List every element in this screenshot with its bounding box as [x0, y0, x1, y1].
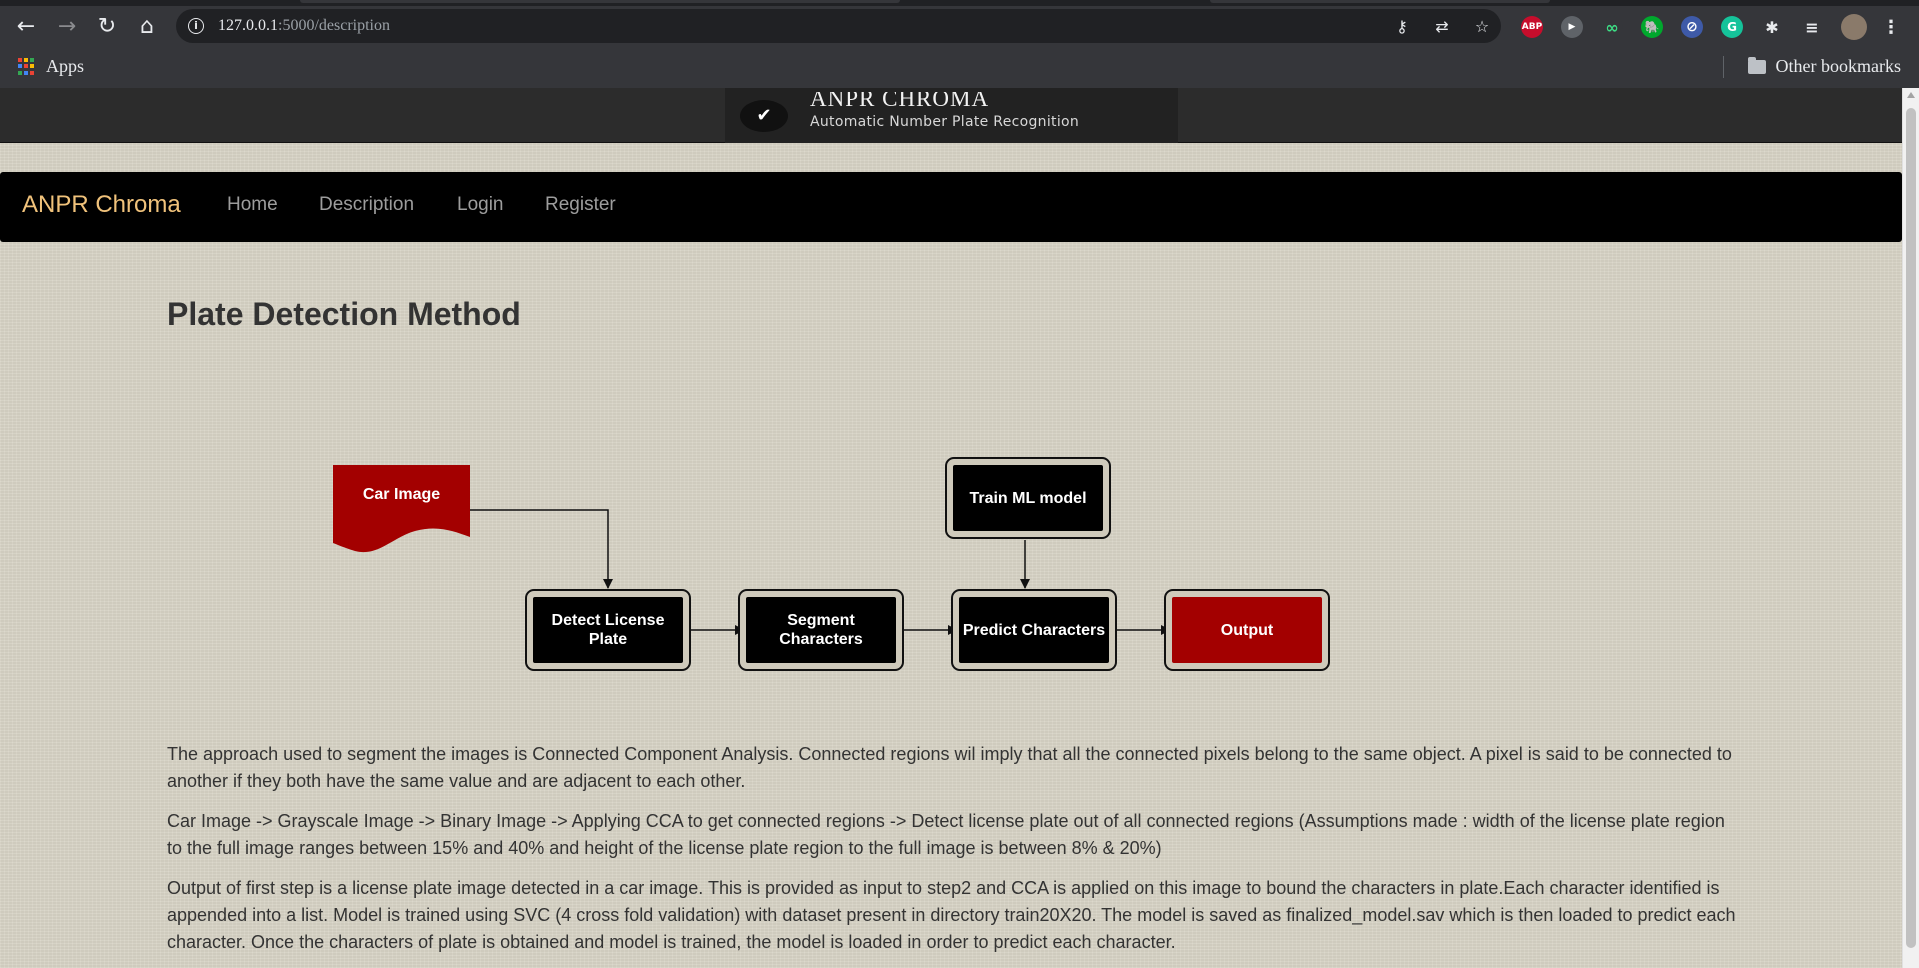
- node-predict-characters-label: Predict Characters: [959, 597, 1109, 663]
- grammarly-icon[interactable]: G: [1721, 16, 1743, 38]
- checkmark-logo-icon: ✔: [740, 99, 788, 132]
- node-predict-characters[interactable]: Predict Characters: [951, 589, 1117, 671]
- nav-link-login[interactable]: Login: [457, 194, 504, 216]
- extensions-puzzle-icon[interactable]: ✱: [1761, 16, 1783, 38]
- evernote-icon[interactable]: 🐘: [1641, 16, 1663, 38]
- node-train-ml-model[interactable]: Train ML model: [945, 457, 1111, 539]
- folder-icon: [1747, 56, 1766, 74]
- browser-chrome: ← → ↻ ⌂ i 127.0.0.1:5000/description ⚷ ⇄…: [0, 0, 1919, 88]
- node-detect-license-plate[interactable]: Detect License Plate: [525, 589, 691, 671]
- navbar-brand[interactable]: ANPR Chroma: [22, 191, 181, 219]
- glasses-extension-icon[interactable]: ∞: [1601, 16, 1623, 38]
- brand-banner[interactable]: ✔ ANPR CHROMA Automatic Number Plate Rec…: [725, 88, 1178, 143]
- profile-avatar[interactable]: [1841, 14, 1867, 40]
- nav-link-register[interactable]: Register: [545, 194, 616, 216]
- apps-label: Apps: [46, 56, 85, 76]
- translate-icon[interactable]: ⇄: [1432, 17, 1452, 37]
- scroll-up-icon[interactable]: [1907, 92, 1915, 98]
- forward-icon[interactable]: →: [51, 10, 83, 42]
- back-icon[interactable]: ←: [10, 10, 42, 42]
- apps-grid-icon: [18, 57, 36, 76]
- node-car-image[interactable]: Car Image: [333, 486, 470, 504]
- tab-edge[interactable]: [1210, 0, 1550, 3]
- connector-car-to-detect: [470, 509, 613, 589]
- node-segment-characters-label: Segment Characters: [746, 597, 896, 663]
- site-info-icon[interactable]: i: [188, 18, 204, 34]
- paragraph-pipeline: Car Image -> Grayscale Image -> Binary I…: [167, 811, 1725, 858]
- apps-shortcut[interactable]: Apps: [18, 56, 84, 77]
- node-segment-characters[interactable]: Segment Characters: [738, 589, 904, 671]
- nav-link-home[interactable]: Home: [227, 194, 278, 216]
- paragraph-cca-approach: The approach used to segment the images …: [167, 744, 1732, 791]
- node-output-label: Output: [1172, 597, 1322, 663]
- description-text: The approach used to segment the images …: [167, 741, 1737, 968]
- browser-toolbar: ← → ↻ ⌂ i 127.0.0.1:5000/description ⚷ ⇄…: [0, 6, 1919, 46]
- home-icon[interactable]: ⌂: [131, 10, 163, 42]
- site-header: ✔ ANPR CHROMA Automatic Number Plate Rec…: [0, 88, 1902, 143]
- other-bookmarks-label: Other bookmarks: [1775, 56, 1901, 76]
- reading-list-icon[interactable]: ≡: [1801, 16, 1823, 38]
- paragraph-model: Output of first step is a license plate …: [167, 878, 1736, 952]
- node-detect-license-plate-label: Detect License Plate: [533, 597, 683, 663]
- url-text[interactable]: 127.0.0.1:5000/description: [218, 17, 390, 35]
- play-extension-icon[interactable]: ▶: [1561, 16, 1583, 38]
- bookmarks-bar: Apps Other bookmarks: [0, 46, 1919, 88]
- page-scrollbar[interactable]: [1902, 88, 1919, 968]
- block-site-icon[interactable]: ⊘: [1681, 16, 1703, 38]
- node-train-ml-model-label: Train ML model: [953, 465, 1103, 531]
- brand-subtitle: Automatic Number Plate Recognition: [810, 113, 1080, 130]
- bookmarks-separator: [1723, 56, 1724, 78]
- page-viewport: ✔ ANPR CHROMA Automatic Number Plate Rec…: [0, 88, 1919, 968]
- reload-icon[interactable]: ↻: [91, 10, 123, 42]
- car-image-document-shape: [333, 465, 470, 553]
- key-icon[interactable]: ⚷: [1392, 17, 1412, 37]
- menu-kebab-icon[interactable]: ⋮: [1880, 16, 1902, 38]
- tab-edge[interactable]: [300, 0, 900, 3]
- address-bar[interactable]: i 127.0.0.1:5000/description ⚷ ⇄ ☆: [176, 9, 1501, 43]
- nav-link-description[interactable]: Description: [319, 194, 414, 216]
- bookmark-star-icon[interactable]: ☆: [1472, 17, 1492, 37]
- main-navbar: ANPR Chroma Home Description Login Regis…: [0, 172, 1902, 242]
- page-title: Plate Detection Method: [167, 296, 521, 332]
- other-bookmarks[interactable]: Other bookmarks: [1747, 56, 1901, 77]
- node-output[interactable]: Output: [1164, 589, 1330, 671]
- adblock-icon[interactable]: ABP: [1521, 16, 1543, 38]
- scrollbar-thumb[interactable]: [1906, 108, 1916, 948]
- brand-title: ANPR CHROMA: [810, 91, 990, 106]
